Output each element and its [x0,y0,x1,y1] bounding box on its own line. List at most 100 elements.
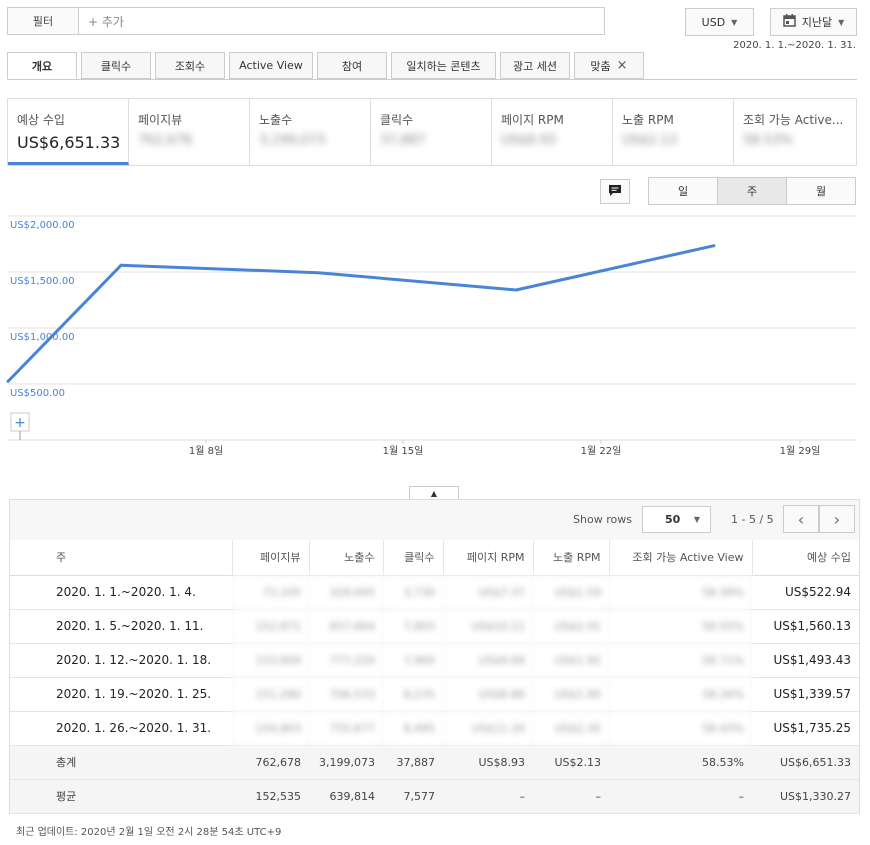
week-cell: 2020. 1. 1.~2020. 1. 4. [10,575,232,610]
average-cell: – [609,779,752,814]
tab-4[interactable]: 참여 [317,52,387,79]
add-annotation-icon[interactable]: + [10,412,30,440]
blurred-cell: 3,730 [383,575,443,610]
period-dropdown[interactable]: 지난달 ▼ [770,8,857,36]
metric-value: 762,678 [138,133,192,148]
metric-card-2[interactable]: 노출수 3,199,073 [250,99,371,165]
tab-3[interactable]: Active View [229,52,313,79]
total-cell: 37,887 [383,745,443,780]
blurred-cell: 58.55% [609,609,752,644]
data-point[interactable] [514,288,518,292]
tabs-divider [7,79,857,80]
granularity-option-0[interactable]: 일 [649,178,718,204]
column-header[interactable]: 예상 수입 [752,540,859,576]
metric-label: 클릭수 [380,113,414,127]
tab-6[interactable]: 광고 세션 [500,52,570,79]
total-cell: 762,678 [232,745,309,780]
blurred-cell: US$2.30 [533,711,609,746]
column-header[interactable]: 주 [10,540,233,576]
close-icon[interactable]: × [617,58,628,73]
next-page-button[interactable]: › [819,505,855,533]
show-rows-label: Show rows [573,513,632,526]
tab-1[interactable]: 클릭수 [81,52,151,79]
x-tick-label: 1월 8일 [189,445,223,457]
y-tick-label: US$1,000.00 [10,332,75,343]
blurred-cell: 8,235 [383,677,443,712]
column-header[interactable]: 페이지뷰 [232,540,310,576]
total-label: 총계 [10,745,232,780]
tab-label: 조회수 [174,59,206,73]
metric-card-3[interactable]: 클릭수 37,887 [371,99,492,165]
table-row: 2020. 1. 1.~2020. 1. 4. 73,105 329,005 3,73… [10,575,859,610]
series-line [6,244,715,383]
table-row: 2020. 1. 19.~2020. 1. 25. 151,280 706,533 8… [10,677,859,712]
average-cell: – [443,779,533,814]
chevron-right-icon: › [833,509,841,529]
table-row: 2020. 1. 12.~2020. 1. 18. 153,809 777,229 7… [10,643,859,678]
report-tabs: 개요 클릭수 조회수 Active View 참여 일치하는 콘텐츠 광고 세션 맞춤 × [7,52,648,80]
metric-card-4[interactable]: 페이지 RPM US$8.93 [492,99,613,165]
metric-label: 노출수 [259,113,293,127]
metric-card-0[interactable]: 예상 수입 US$6,651.33 [8,99,129,165]
tab-7[interactable]: 맞춤 × [574,52,644,79]
total-cell: US$8.93 [443,745,533,780]
tab-2[interactable]: 조회수 [155,52,225,79]
chevron-left-icon: ‹ [797,509,805,529]
data-point[interactable] [316,271,320,275]
column-header[interactable]: 노출 RPM [533,540,610,576]
currency-dropdown[interactable]: USD ▼ [685,8,754,36]
blurred-cell: US$8.86 [443,677,533,712]
average-cell: – [533,779,609,814]
table-toolbar: Show rows 50 ▼ 1 - 5 / 5 ‹ › [10,500,859,540]
revenue-cell: US$1,735.25 [752,711,859,746]
metric-label: 조회 가능 Active... [743,113,844,127]
add-filter-input[interactable]: + 추가 [88,8,124,34]
y-tick-label: US$1,500.00 [10,276,75,287]
tab-5[interactable]: 일치하는 콘텐츠 [391,52,496,79]
rows-per-page-value: 50 [665,513,681,526]
metric-card-5[interactable]: 노출 RPM US$2.13 [613,99,734,165]
prev-page-button[interactable]: ‹ [783,505,819,533]
tab-0[interactable]: 개요 [7,52,77,79]
column-header[interactable]: 조회 가능 Active View [609,540,753,576]
data-point[interactable] [712,244,716,248]
blurred-cell: 7,960 [383,643,443,678]
blurred-cell: 657,664 [309,609,383,644]
column-header[interactable]: 페이지 RPM [443,540,534,576]
data-point[interactable] [119,263,123,267]
week-cell: 2020. 1. 26.~2020. 1. 31. [10,711,232,746]
revenue-cell: US$1,339.57 [752,677,859,712]
collapse-chart-button[interactable]: ▲ [409,486,459,500]
granularity-option-1[interactable]: 주 [718,178,787,204]
granularity-toggle: 일주월 [648,177,856,205]
metric-card-6[interactable]: 조회 가능 Active... 58.53% [734,99,856,165]
granularity-option-2[interactable]: 월 [787,178,855,204]
metric-card-1[interactable]: 페이지뷰 762,678 [129,99,250,165]
rows-per-page-select[interactable]: 50 ▼ [642,506,711,533]
table-row: 2020. 1. 5.~2020. 1. 11. 152,871 657,664 7,… [10,609,859,644]
average-row: 평균 152,535 639,814 7,577– – – US$1,330.27 [10,779,859,814]
tab-label: 참여 [341,59,363,73]
revenue-cell: US$1,560.13 [752,609,859,644]
blurred-cell: US$10.21 [443,609,533,644]
column-header[interactable]: 노출수 [309,540,384,576]
blurred-cell: 73,105 [232,575,309,610]
total-cell: US$6,651.33 [752,745,859,780]
metric-value: 58.53% [743,133,793,148]
blurred-cell: US$1.92 [533,643,609,678]
filter-bar[interactable]: 필터 + 추가 [7,7,605,35]
period-value: 지난달 [801,16,833,29]
table-body: 2020. 1. 1.~2020. 1. 4. 73,105 329,005 3,73… [10,575,859,746]
tab-label: 일치하는 콘텐츠 [406,59,481,73]
filter-label[interactable]: 필터 [8,8,79,34]
x-tick-label: 1월 29일 [780,445,821,457]
earnings-line-chart: US$2,000.00 US$1,500.00 US$1,000.00 US$500.… [6,215,856,457]
blurred-cell: 706,533 [309,677,383,712]
blurred-cell: US$11.20 [443,711,533,746]
column-header[interactable]: 클릭수 [383,540,444,576]
annotation-button[interactable] [600,179,630,204]
metric-label: 페이지 RPM [501,113,564,127]
blurred-cell: US$2.41 [533,609,609,644]
blurred-cell: 58.39% [609,575,752,610]
data-point[interactable] [6,379,10,383]
